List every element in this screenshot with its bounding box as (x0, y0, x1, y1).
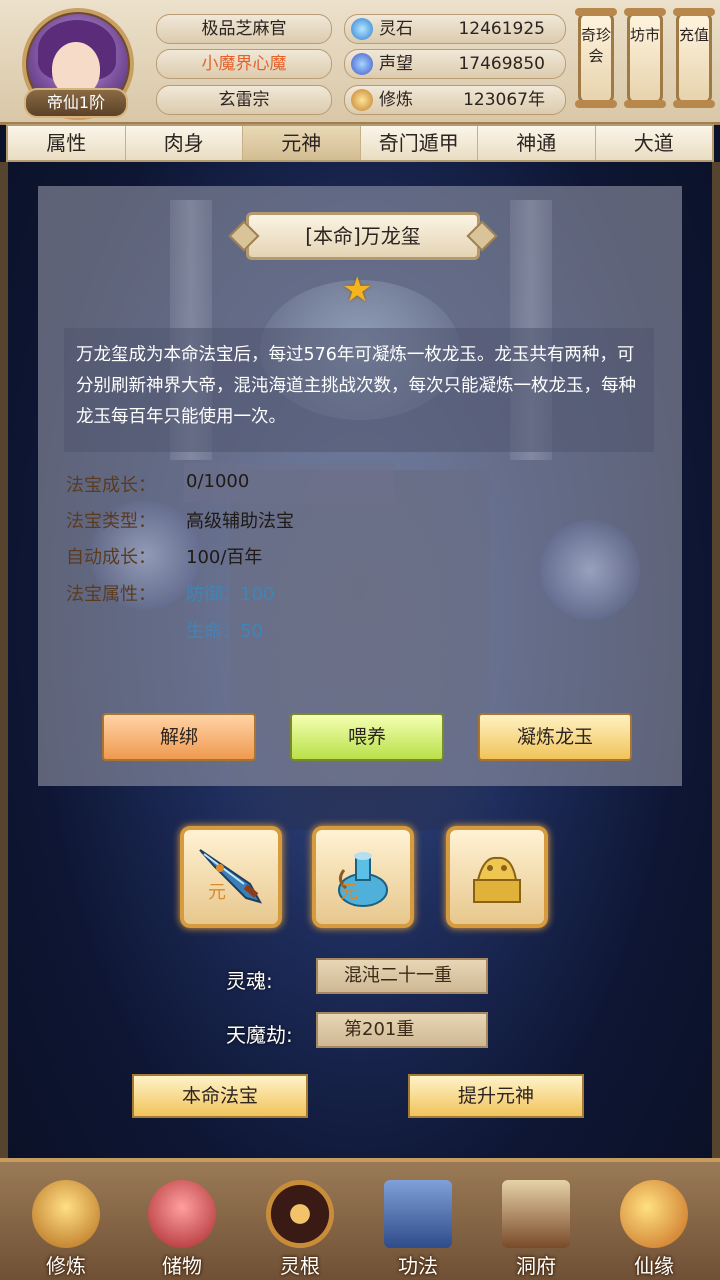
star-icon: ★ (342, 270, 373, 310)
upgrade-spirit-button[interactable]: 提升元神 (408, 1074, 584, 1118)
title-pill-highlight: 小魔界心魔 (156, 49, 332, 79)
left-frame (0, 162, 8, 1158)
cultivation-icon (351, 89, 373, 111)
nav-cultivate[interactable]: 修炼 (14, 1172, 118, 1280)
storage-bag-icon (148, 1180, 216, 1248)
resource-spirit-stone: 灵石 12461925 (344, 14, 566, 44)
spirit-stone-icon (351, 18, 373, 40)
recharge-button[interactable]: 充值 (673, 8, 715, 108)
nav-techniques[interactable]: 功法 (366, 1172, 470, 1280)
attribute-label: 法宝属性： (66, 584, 156, 605)
gourd-vase-icon (338, 852, 388, 907)
saber-icon (199, 849, 263, 904)
bottom-nav: 修炼 储物 灵根 功法 洞府 仙缘 (0, 1158, 720, 1280)
tab-spirit[interactable]: 元神 (243, 126, 361, 160)
nav-spirit-root[interactable]: 灵根 (248, 1172, 352, 1280)
treasure-slot[interactable] (446, 826, 548, 928)
palace-icon (502, 1180, 570, 1248)
growth-label: 法宝成长： (66, 475, 156, 496)
feed-button[interactable]: 喂养 (290, 713, 444, 761)
natal-treasure-button[interactable]: 本命法宝 (132, 1074, 308, 1118)
tab-body[interactable]: 肉身 (126, 126, 243, 160)
right-frame (712, 162, 720, 1158)
prestige-icon (351, 53, 373, 75)
treasure-slot[interactable]: 元 (312, 826, 414, 928)
treasure-title: [本命]万龙玺 (246, 212, 480, 260)
refine-dragon-jade-button[interactable]: 凝炼龙玉 (478, 713, 632, 761)
treasure-mark: 元 (208, 882, 226, 903)
auto-growth-value: 100/百年 (186, 547, 263, 568)
tab-dao[interactable]: 大道 (596, 126, 713, 160)
spirit-root-icon (266, 1180, 334, 1248)
game-screen: 帝仙1阶 极品芝麻官 小魔界心魔 玄雷宗 灵石 12461925 声望 1746… (0, 0, 720, 1280)
unbind-button[interactable]: 解绑 (102, 713, 256, 761)
tribulation-label: 天魔劫: (226, 1023, 293, 1047)
title-pill: 极品芝麻官 (156, 14, 332, 44)
nav-cave[interactable]: 洞府 (484, 1172, 588, 1280)
soul-label: 灵魂: (226, 969, 273, 993)
resource-prestige: 声望 17469850 (344, 49, 566, 79)
defense-value: 防御：100 (186, 584, 275, 605)
book-icon (384, 1180, 452, 1248)
resource-cultivation: 修炼 123067年 (344, 85, 566, 115)
rank-badge: 帝仙1阶 (24, 88, 128, 118)
growth-value: 0/1000 (186, 471, 250, 492)
nav-fate[interactable]: 仙缘 (602, 1172, 706, 1280)
cultivate-icon (32, 1180, 100, 1248)
life-value: 生命：50 (186, 621, 263, 642)
tab-formation[interactable]: 奇门遁甲 (361, 126, 478, 160)
treasure-description: 万龙玺成为本命法宝后，每过576年可凝炼一枚龙玉。龙玉共有两种，可分别刷新神界大… (64, 328, 654, 452)
tribulation-value: 第201重 (316, 1012, 488, 1048)
soul-value: 混沌二十一重 (316, 958, 488, 994)
tab-bar: 属性 肉身 元神 奇门遁甲 神通 大道 (6, 124, 714, 162)
nav-storage[interactable]: 储物 (130, 1172, 234, 1280)
dragon-seal-icon (473, 856, 521, 903)
market-button[interactable]: 坊市 (624, 8, 666, 108)
top-status-bar: 帝仙1阶 极品芝麻官 小魔界心魔 玄雷宗 灵石 12461925 声望 1746… (0, 0, 720, 125)
fate-gourd-icon (620, 1180, 688, 1248)
auto-growth-label: 自动成长： (66, 547, 156, 568)
treasure-slot[interactable]: 元 (180, 826, 282, 928)
treasure-mark: 元 (340, 882, 358, 903)
sect-pill: 玄雷宗 (156, 85, 332, 115)
treasure-auction-button[interactable]: 奇珍会 (575, 8, 617, 108)
tab-powers[interactable]: 神通 (478, 126, 596, 160)
type-label: 法宝类型： (66, 511, 156, 532)
type-value: 高级辅助法宝 (186, 511, 294, 532)
tab-attributes[interactable]: 属性 (8, 126, 126, 160)
